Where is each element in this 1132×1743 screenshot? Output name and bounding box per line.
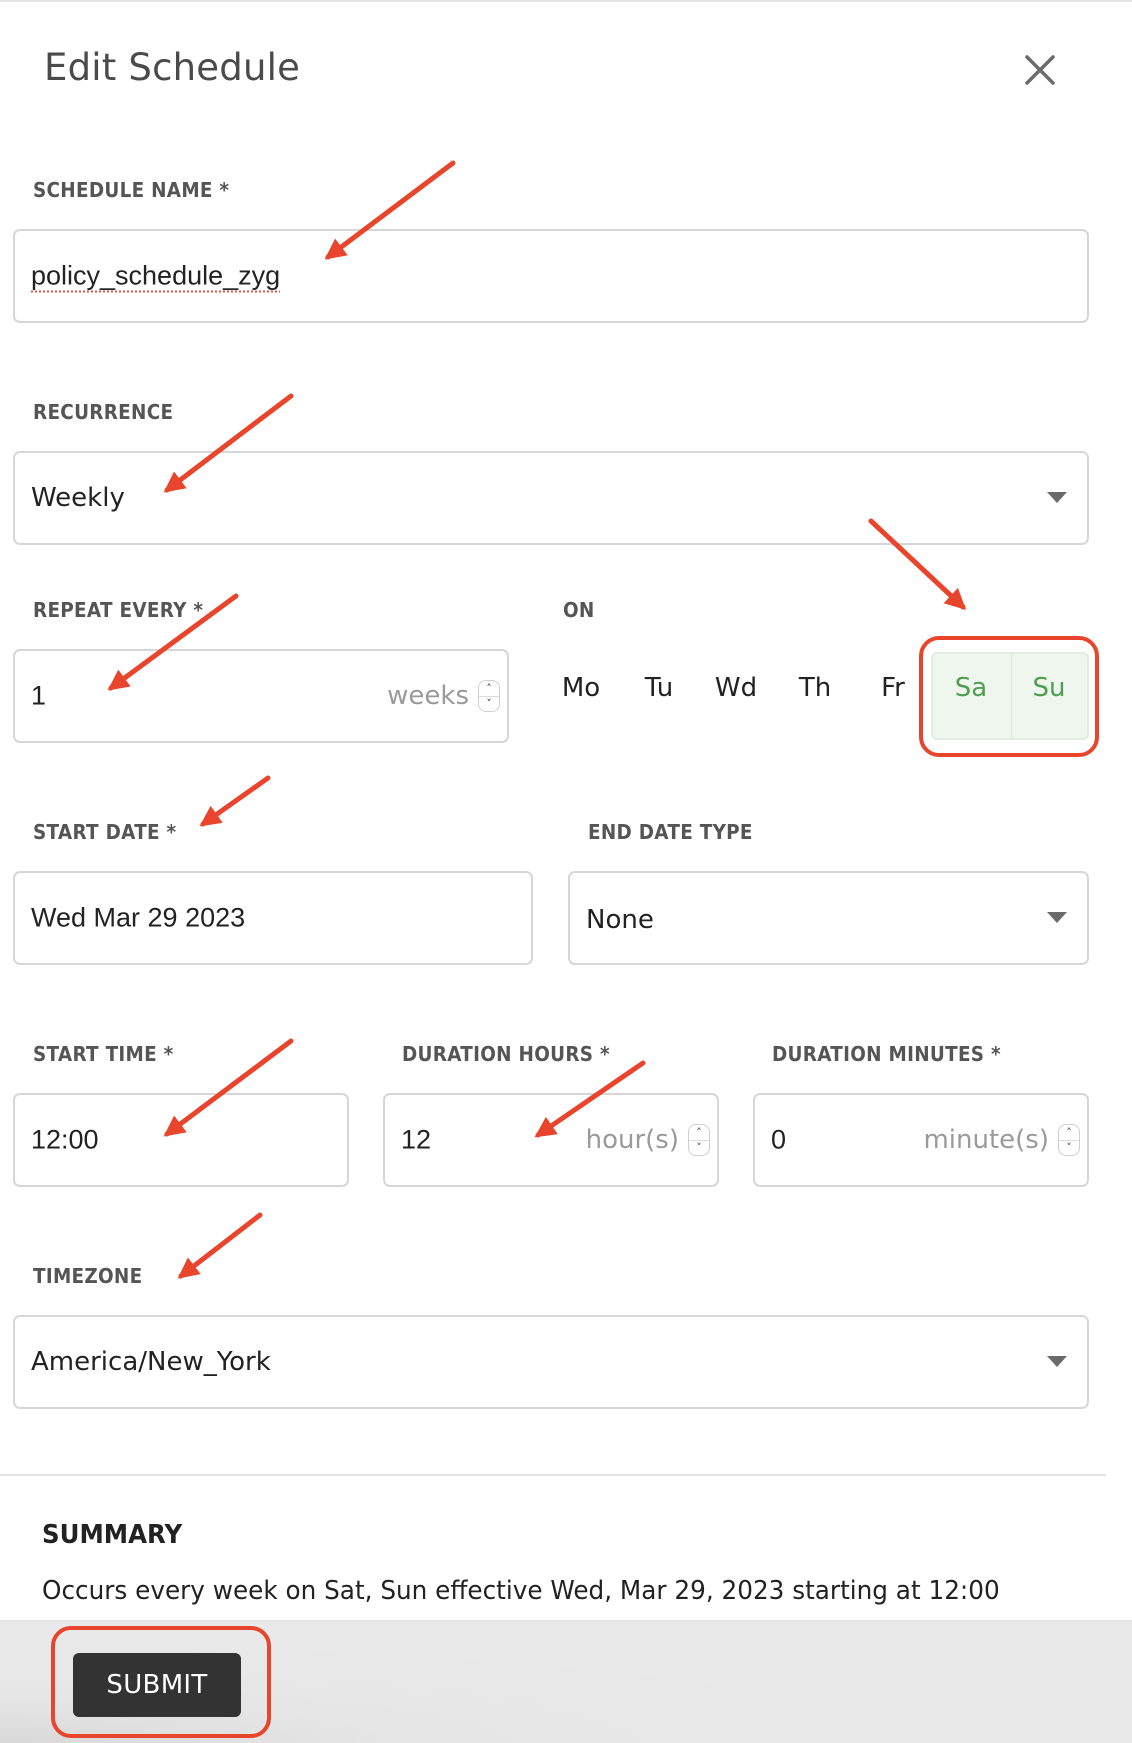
- stepper-up-icon[interactable]: ˄: [1059, 1125, 1079, 1141]
- repeat-every-input[interactable]: 1 weeks ˄ ˅: [13, 649, 509, 743]
- schedule-name-value: policy_schedule_zyg: [31, 260, 281, 291]
- close-icon: [1025, 55, 1055, 85]
- annotation-arrow: [177, 1212, 263, 1279]
- start-time-input[interactable]: 12:00: [13, 1093, 349, 1187]
- repeat-every-value: 1: [31, 680, 47, 711]
- schedule-name-input[interactable]: policy_schedule_zyg: [13, 229, 1089, 323]
- chevron-down-icon: [1047, 1356, 1067, 1367]
- start-date-label: START DATE *: [33, 820, 177, 844]
- duration-hours-stepper[interactable]: ˄ ˅: [688, 1124, 710, 1156]
- duration-minutes-unit: minute(s): [923, 1125, 1049, 1155]
- stepper-up-icon[interactable]: ˄: [479, 681, 499, 697]
- duration-minutes-value: 0: [771, 1124, 787, 1155]
- close-button[interactable]: [1020, 50, 1060, 90]
- chevron-down-icon: [1047, 492, 1067, 503]
- start-time-value: 12:00: [31, 1124, 99, 1155]
- day-toggle-wd[interactable]: Wd: [701, 666, 771, 710]
- end-date-type-label: END DATE TYPE: [588, 820, 753, 844]
- section-divider: [0, 1474, 1106, 1476]
- duration-minutes-input[interactable]: 0 minute(s) ˄ ˅: [753, 1093, 1089, 1187]
- stepper-up-icon[interactable]: ˄: [689, 1125, 709, 1141]
- recurrence-select[interactable]: Weekly: [13, 451, 1089, 545]
- stepper-down-icon[interactable]: ˅: [689, 1140, 709, 1155]
- timezone-value: America/New_York: [31, 1347, 271, 1377]
- start-date-input[interactable]: Wed Mar 29 2023: [13, 871, 533, 965]
- day-toggle-su[interactable]: Su: [1014, 666, 1084, 710]
- submit-button[interactable]: SUBMIT: [73, 1653, 241, 1717]
- timezone-select[interactable]: America/New_York: [13, 1315, 1089, 1409]
- day-toggle-tu[interactable]: Tu: [624, 666, 694, 710]
- stepper-down-icon[interactable]: ˅: [479, 696, 499, 711]
- top-border: [0, 0, 1132, 2]
- day-toggle-mo[interactable]: Mo: [546, 666, 616, 710]
- schedule-name-label: SCHEDULE NAME *: [33, 178, 230, 202]
- timezone-label: TIMEZONE: [33, 1264, 143, 1288]
- duration-hours-unit: hour(s): [585, 1125, 679, 1155]
- summary-heading: SUMMARY: [42, 1520, 183, 1550]
- duration-minutes-label: DURATION MINUTES *: [772, 1042, 1001, 1066]
- duration-hours-value: 12: [401, 1124, 432, 1155]
- duration-minutes-stepper[interactable]: ˄ ˅: [1058, 1124, 1080, 1156]
- start-time-label: START TIME *: [33, 1042, 174, 1066]
- annotation-arrow: [199, 775, 271, 827]
- day-separator: [1011, 654, 1012, 738]
- recurrence-label: RECURRENCE: [33, 400, 174, 424]
- end-date-type-select[interactable]: None: [568, 871, 1089, 965]
- repeat-every-stepper[interactable]: ˄ ˅: [478, 680, 500, 712]
- duration-hours-input[interactable]: 12 hour(s) ˄ ˅: [383, 1093, 719, 1187]
- repeat-every-label: REPEAT EVERY *: [33, 598, 204, 622]
- recurrence-value: Weekly: [31, 483, 125, 513]
- on-days-label: ON: [563, 598, 595, 622]
- dialog-title: Edit Schedule: [44, 46, 301, 89]
- stepper-down-icon[interactable]: ˅: [1059, 1140, 1079, 1155]
- day-toggle-th[interactable]: Th: [780, 666, 850, 710]
- day-toggle-fr[interactable]: Fr: [858, 666, 928, 710]
- end-date-type-value: None: [586, 905, 654, 935]
- day-toggle-sa[interactable]: Sa: [936, 666, 1006, 710]
- repeat-every-unit: weeks: [387, 681, 469, 711]
- start-date-value: Wed Mar 29 2023: [31, 902, 246, 933]
- summary-text: Occurs every week on Sat, Sun effective …: [42, 1576, 1000, 1606]
- duration-hours-label: DURATION HOURS *: [402, 1042, 610, 1066]
- chevron-down-icon: [1047, 912, 1067, 923]
